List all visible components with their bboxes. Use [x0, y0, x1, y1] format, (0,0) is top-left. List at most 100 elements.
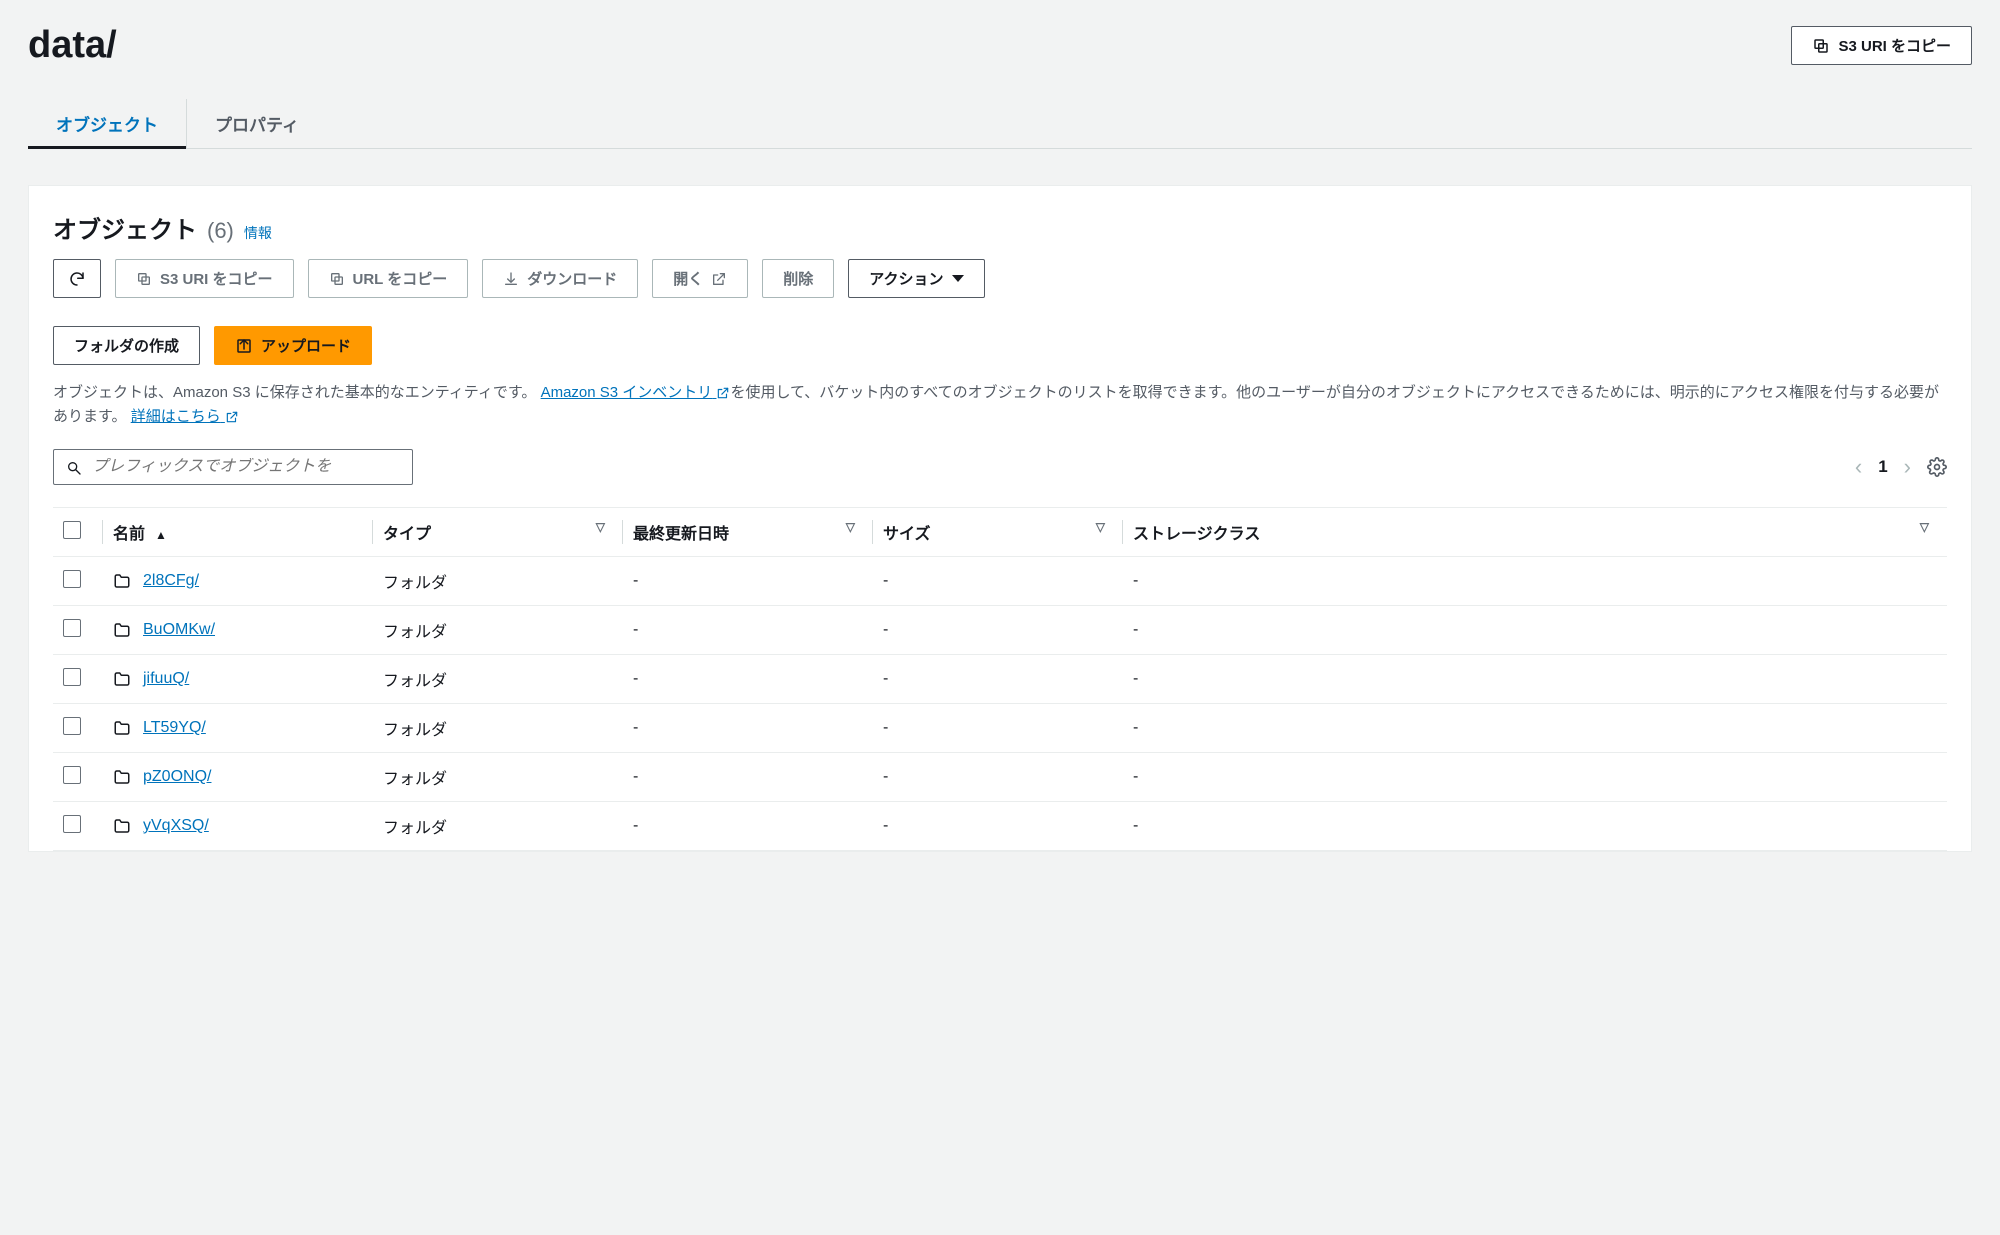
table-row: LT59YQ/フォルダ---: [53, 704, 1947, 753]
actions-dropdown[interactable]: アクション: [848, 259, 984, 298]
cell-type: フォルダ: [373, 557, 623, 606]
cell-storage-class: -: [1123, 557, 1947, 606]
learn-more-link[interactable]: 詳細はこちら: [131, 408, 239, 425]
copy-s3-uri-header-label: S3 URI をコピー: [1838, 35, 1951, 56]
col-lm-label: 最終更新日時: [633, 526, 729, 543]
cell-type: フォルダ: [373, 802, 623, 851]
external-link-icon: [716, 386, 730, 400]
inventory-link-text: Amazon S3 インベントリ: [541, 384, 713, 401]
open-button[interactable]: 開く: [652, 259, 748, 298]
page-number: 1: [1878, 457, 1887, 477]
select-all-checkbox[interactable]: [63, 521, 81, 539]
col-type[interactable]: タイプ ▽: [373, 508, 623, 557]
download-button[interactable]: ダウンロード: [482, 259, 638, 298]
filter-icon: ▽: [846, 520, 855, 534]
cell-type: フォルダ: [373, 655, 623, 704]
tab-objects[interactable]: オブジェクト: [28, 99, 187, 148]
chevron-down-icon: [952, 275, 964, 282]
folder-icon: [113, 572, 131, 590]
page-prev: ‹: [1855, 454, 1862, 480]
copy-url-button[interactable]: URL をコピー: [308, 259, 469, 298]
filter-icon: ▽: [1096, 520, 1105, 534]
inventory-link[interactable]: Amazon S3 インベントリ: [541, 384, 731, 401]
cell-size: -: [873, 655, 1123, 704]
row-checkbox[interactable]: [63, 815, 81, 833]
refresh-button[interactable]: [53, 259, 101, 298]
prefix-search-box[interactable]: [53, 449, 413, 485]
pager: ‹ 1 ›: [1855, 454, 1947, 480]
filter-icon: ▽: [1920, 520, 1929, 534]
page-title: data/: [28, 24, 117, 67]
cell-size: -: [873, 802, 1123, 851]
cell-storage-class: -: [1123, 802, 1947, 851]
object-name-link[interactable]: 2l8CFg/: [143, 572, 199, 590]
copy-s3-uri-header-button[interactable]: S3 URI をコピー: [1791, 26, 1972, 65]
cell-type: フォルダ: [373, 704, 623, 753]
object-name-link[interactable]: pZ0ONQ/: [143, 768, 211, 786]
panel-count: (6): [207, 218, 234, 244]
col-size-label: サイズ: [883, 526, 931, 543]
copy-url-label: URL をコピー: [353, 268, 448, 289]
folder-icon: [113, 670, 131, 688]
panel-description: オブジェクトは、Amazon S3 に保存された基本的なエンティティです。 Am…: [53, 381, 1947, 429]
col-name[interactable]: 名前▲: [103, 508, 373, 557]
actions-label: アクション: [869, 268, 943, 289]
open-label: 開く: [673, 268, 703, 289]
tabs: オブジェクト プロパティ: [28, 99, 1972, 149]
row-checkbox[interactable]: [63, 668, 81, 686]
cell-storage-class: -: [1123, 704, 1947, 753]
col-last-modified[interactable]: 最終更新日時 ▽: [623, 508, 873, 557]
object-name-link[interactable]: yVqXSQ/: [143, 817, 209, 835]
cell-last-modified: -: [623, 606, 873, 655]
cell-storage-class: -: [1123, 655, 1947, 704]
delete-label: 削除: [783, 268, 813, 289]
object-name-link[interactable]: LT59YQ/: [143, 719, 206, 737]
info-link[interactable]: 情報: [244, 223, 272, 243]
object-name-link[interactable]: BuOMKw/: [143, 621, 215, 639]
cell-storage-class: -: [1123, 753, 1947, 802]
row-checkbox[interactable]: [63, 766, 81, 784]
row-checkbox[interactable]: [63, 717, 81, 735]
external-link-icon: [225, 410, 239, 424]
col-type-label: タイプ: [383, 526, 431, 543]
copy-s3-uri-button[interactable]: S3 URI をコピー: [115, 259, 294, 298]
folder-icon: [113, 719, 131, 737]
row-checkbox[interactable]: [63, 570, 81, 588]
row-checkbox[interactable]: [63, 619, 81, 637]
folder-icon: [113, 768, 131, 786]
tab-properties[interactable]: プロパティ: [187, 99, 327, 148]
folder-icon: [113, 621, 131, 639]
col-sc-label: ストレージクラス: [1133, 526, 1260, 543]
col-size[interactable]: サイズ ▽: [873, 508, 1123, 557]
filter-icon: ▽: [596, 520, 605, 534]
upload-button[interactable]: アップロード: [214, 326, 372, 365]
objects-panel: オブジェクト (6) 情報 S3 URI をコピー URL をコピー: [28, 185, 1972, 852]
copy-icon: [329, 270, 345, 287]
col-name-label: 名前: [113, 526, 145, 543]
create-folder-label: フォルダの作成: [74, 335, 179, 356]
search-icon: [66, 458, 82, 475]
cell-last-modified: -: [623, 655, 873, 704]
prefix-search-input[interactable]: [92, 458, 400, 476]
download-icon: [503, 270, 519, 287]
cell-last-modified: -: [623, 557, 873, 606]
col-storage-class[interactable]: ストレージクラス ▽: [1123, 508, 1947, 557]
create-folder-button[interactable]: フォルダの作成: [53, 326, 200, 365]
cell-type: フォルダ: [373, 753, 623, 802]
delete-button[interactable]: 削除: [762, 259, 834, 298]
cell-type: フォルダ: [373, 606, 623, 655]
folder-icon: [113, 817, 131, 835]
cell-size: -: [873, 753, 1123, 802]
learn-more-text: 詳細はこちら: [131, 408, 221, 425]
cell-size: -: [873, 606, 1123, 655]
external-link-icon: [711, 270, 727, 287]
desc-prefix: オブジェクトは、Amazon S3 に保存された基本的なエンティティです。: [53, 384, 536, 401]
download-label: ダウンロード: [527, 268, 617, 289]
upload-label: アップロード: [261, 335, 351, 356]
table-row: yVqXSQ/フォルダ---: [53, 802, 1947, 851]
object-name-link[interactable]: jifuuQ/: [143, 670, 189, 688]
panel-title: オブジェクト: [53, 210, 197, 245]
cell-size: -: [873, 704, 1123, 753]
settings-gear-icon[interactable]: [1927, 456, 1947, 479]
copy-s3-uri-label: S3 URI をコピー: [160, 268, 273, 289]
